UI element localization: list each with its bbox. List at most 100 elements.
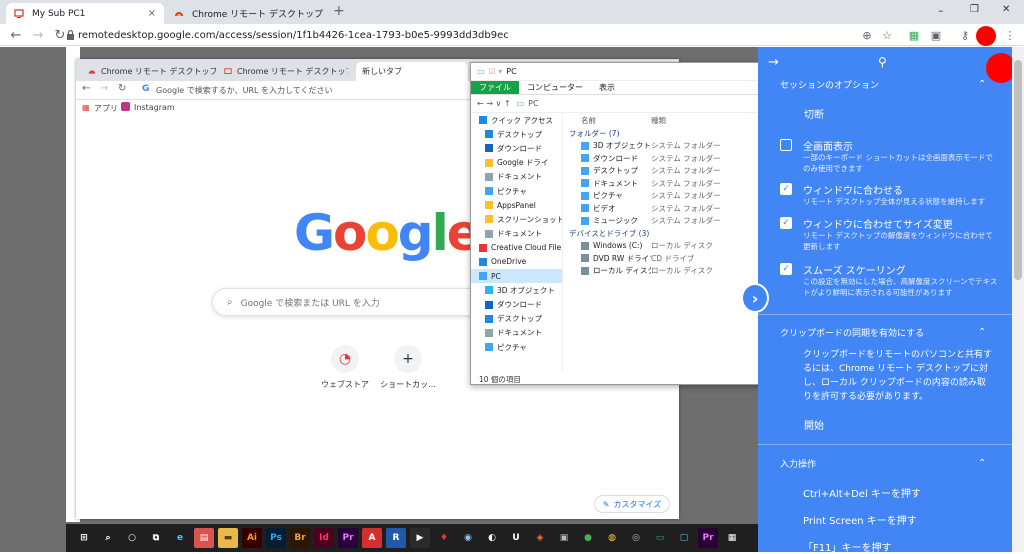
option-label[interactable]: ウィンドウに合わせる	[803, 182, 903, 197]
taskbar-app-icon[interactable]: Pr	[698, 528, 718, 548]
taskbar-app-icon[interactable]: Br	[290, 528, 310, 548]
list-item[interactable]: ドキュメント システム フォルダー	[565, 177, 763, 190]
key-icon[interactable]: ⚷	[958, 28, 972, 42]
taskbar-app-icon[interactable]: Ps	[266, 528, 286, 548]
nav-item[interactable]: 3D オブジェクト	[471, 283, 562, 297]
arrow-right-icon[interactable]: →	[768, 55, 779, 70]
forward-icon[interactable]: →	[30, 27, 46, 43]
taskbar-app-icon[interactable]: ▦	[722, 528, 742, 548]
taskbar-app-icon[interactable]: Id	[314, 528, 334, 548]
taskbar-app-icon[interactable]: ●	[578, 528, 598, 548]
taskbar-app-icon[interactable]: Pr	[338, 528, 358, 548]
taskbar-app-icon[interactable]: ▣	[554, 528, 574, 548]
ribbon-computer[interactable]: コンピューター	[519, 81, 591, 94]
minimize-button[interactable]: –	[938, 4, 944, 17]
taskbar-app-icon[interactable]: e	[170, 528, 190, 548]
ribbon-file[interactable]: ファイル	[471, 81, 519, 94]
list-item[interactable]: ローカル ディスク (E:)ローカル ディスク	[565, 265, 763, 278]
input-action-button[interactable]: Ctrl+Alt+Del キーを押す	[803, 485, 921, 500]
list-item[interactable]: Windows (C:) ローカル ディスク	[565, 240, 763, 253]
option-checkbox[interactable]: ✓	[780, 263, 792, 275]
scrollbar-thumb[interactable]	[1014, 60, 1022, 280]
disconnect-button[interactable]: 切断	[804, 106, 824, 121]
input-action-button[interactable]: Print Screen キーを押す	[803, 512, 917, 527]
taskbar-app-icon[interactable]: ◎	[626, 528, 646, 548]
group-header-drives[interactable]: デバイスとドライブ (3)	[565, 227, 763, 240]
list-item[interactable]: ミュージック システム フォルダー	[565, 215, 763, 228]
taskbar-app-icon[interactable]: ▶	[410, 528, 430, 548]
nav-item[interactable]: ピクチャ	[471, 340, 562, 354]
taskbar-app-icon[interactable]: Ai	[242, 528, 262, 548]
file-explorer-window[interactable]: ▭ ☑ ▾ PC ファイル コンピューター 表示 ← → ∨ ↑ ▭ PC クイ…	[470, 62, 765, 385]
menu-kebab-icon[interactable]: ⋮	[1003, 28, 1017, 42]
taskbar-app-icon[interactable]: ◍	[602, 528, 622, 548]
remote-omnibox[interactable]: Google で検索するか、URL を入力してください	[156, 85, 333, 96]
nav-item[interactable]: クイック アクセス	[471, 113, 562, 127]
nav-item[interactable]: Creative Cloud File	[471, 241, 562, 255]
taskbar-app-icon[interactable]: ◉	[458, 528, 478, 548]
taskbar-app-icon[interactable]: A	[362, 528, 382, 548]
back-icon[interactable]: ←	[8, 27, 24, 43]
remote-tab-1[interactable]: Chrome リモート デスクトップ - Chro	[82, 62, 216, 81]
maximize-button[interactable]: ❐	[970, 4, 979, 15]
taskbar-app-icon[interactable]: ◐	[482, 528, 502, 548]
tab-my-sub-pc1[interactable]: My Sub PC1 ×	[6, 3, 164, 24]
bookmark-star-icon[interactable]: ☆	[880, 28, 894, 42]
taskbar-app-icon[interactable]: ○	[122, 528, 142, 548]
shortcut-add[interactable]: + ショートカッ...	[373, 345, 443, 390]
nav-item[interactable]: ドキュメント	[471, 326, 562, 340]
taskbar-app-icon[interactable]: ⌕	[98, 528, 118, 548]
list-item[interactable]: デスクトップ システム フォルダー	[565, 165, 763, 178]
nav-item[interactable]: ドキュメント	[471, 170, 562, 184]
tab-chrome-remote-desktop[interactable]: Chrome リモート デスクトップ - Chro ×	[166, 3, 326, 24]
remote-reload-icon[interactable]: ↻	[118, 83, 126, 94]
bookmark-apps[interactable]: アプリ	[94, 103, 118, 114]
nav-item[interactable]: ドキュメント	[471, 227, 562, 241]
taskbar-app-icon[interactable]: ⊞	[74, 528, 94, 548]
remote-back-icon[interactable]: ←	[82, 83, 90, 94]
list-item[interactable]: ビデオ システム フォルダー	[565, 202, 763, 215]
remote-forward-icon[interactable]: →	[100, 83, 108, 94]
profile-avatar[interactable]	[976, 26, 996, 46]
nav-item[interactable]: ダウンロード	[471, 297, 562, 311]
nav-arrows-icon[interactable]: ← → ∨ ↑	[477, 99, 511, 108]
pin-icon[interactable]: ⚲	[878, 55, 887, 69]
taskbar-app-icon[interactable]: R	[386, 528, 406, 548]
nav-item[interactable]: デスクトップ	[471, 312, 562, 326]
taskbar-app-icon[interactable]: ♦	[434, 528, 454, 548]
column-type[interactable]: 種類	[651, 115, 666, 126]
tab-close-icon[interactable]: ×	[142, 8, 156, 19]
chevron-up-icon[interactable]: ⌃	[978, 79, 986, 90]
taskbar-app-icon[interactable]: ▭	[650, 528, 670, 548]
ribbon-view[interactable]: 表示	[591, 81, 623, 94]
nav-item[interactable]: デスクトップ	[471, 127, 562, 141]
taskbar-app-icon[interactable]: U	[506, 528, 526, 548]
collapse-panel-button[interactable]: ›	[741, 283, 769, 313]
chevron-up-icon[interactable]: ⌃	[978, 327, 986, 338]
taskbar-app-icon[interactable]: ▢	[674, 528, 694, 548]
option-label[interactable]: 全画面表示	[803, 138, 853, 153]
list-item[interactable]: DVD RW ドライブ (CD ドライブ	[565, 252, 763, 265]
address-bar[interactable]: remotedesktop.google.com/access/session/…	[78, 27, 848, 43]
chevron-up-icon[interactable]: ⌃	[978, 458, 986, 469]
shortcut-webstore[interactable]: ◔ ウェブストア	[310, 345, 380, 390]
clipboard-start-button[interactable]: 開始	[804, 417, 824, 432]
nav-item[interactable]: スクリーンショット	[471, 212, 562, 226]
list-item[interactable]: 3D オブジェクト システム フォルダー	[565, 140, 763, 153]
column-name[interactable]: 名前	[565, 115, 651, 126]
extension-icon[interactable]: ▦	[907, 28, 921, 42]
option-checkbox[interactable]: ✓	[780, 217, 792, 229]
bookmark-instagram[interactable]: Instagram	[134, 103, 175, 112]
close-window-button[interactable]: ✕	[1002, 4, 1010, 15]
option-label[interactable]: スムーズ スケーリング	[803, 262, 906, 277]
group-header-folders[interactable]: フォルダー (7)	[565, 127, 763, 140]
remote-tab-2[interactable]: Chrome リモート デスクトップ	[218, 62, 348, 81]
nav-item[interactable]: AppsPanel	[471, 198, 562, 212]
taskbar-app-icon[interactable]: ▬	[218, 528, 238, 548]
customize-button[interactable]: ✎ カスタマイズ	[594, 495, 670, 513]
taskbar-app-icon[interactable]: ⧉	[146, 528, 166, 548]
nav-item[interactable]: PC	[471, 269, 562, 284]
zoom-icon[interactable]: ⊕	[860, 28, 874, 42]
nav-item[interactable]: Google ドライ	[471, 156, 562, 170]
nav-item[interactable]: ダウンロード	[471, 141, 562, 155]
